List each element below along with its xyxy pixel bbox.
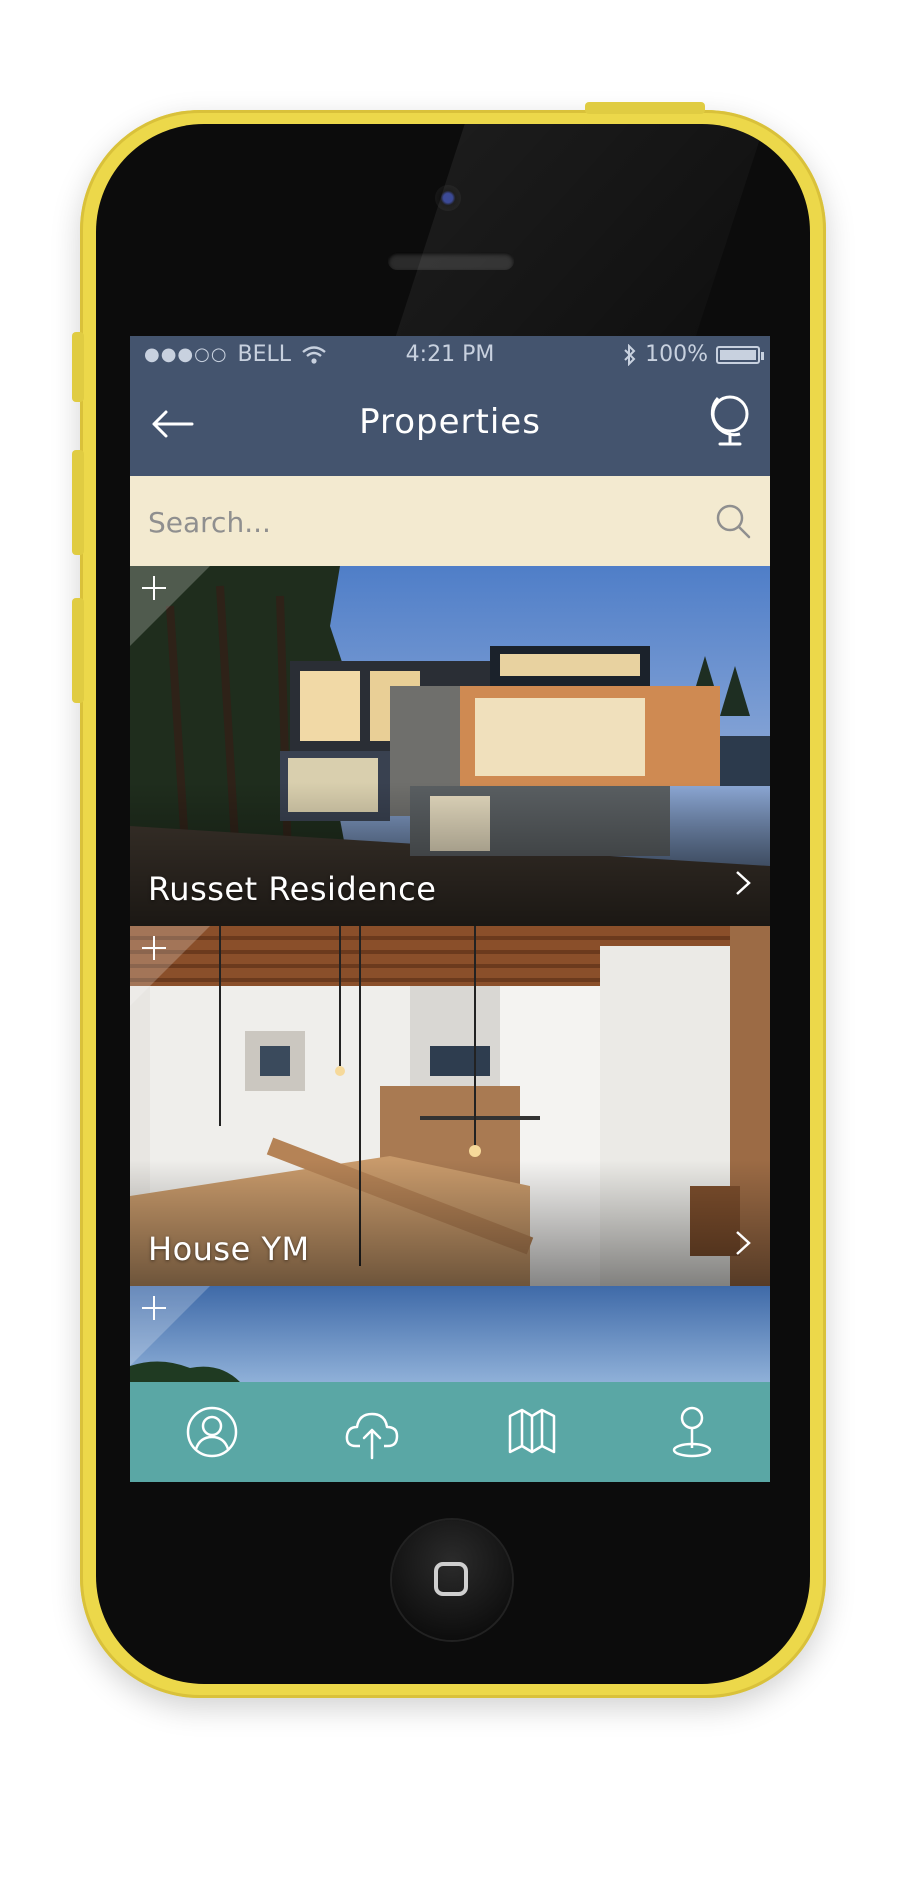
bluetooth-icon — [624, 343, 636, 366]
front-camera — [435, 185, 461, 211]
map-icon — [508, 1408, 556, 1454]
mute-switch — [72, 332, 84, 402]
tab-location[interactable] — [662, 1402, 722, 1462]
chevron-right-icon[interactable] — [732, 868, 754, 898]
status-bar: ●●●○○ BELL 4:21 PM 100% — [130, 336, 770, 372]
volume-up-button — [72, 450, 84, 555]
search-bar — [130, 476, 770, 566]
property-card-house-ym[interactable]: House YM — [130, 926, 770, 1286]
home-button-icon — [434, 1562, 468, 1596]
app-screen: ●●●○○ BELL 4:21 PM 100% Properties Searc… — [130, 336, 770, 1482]
property-name: House YM — [148, 1230, 310, 1268]
chevron-right-icon[interactable] — [732, 1228, 754, 1258]
battery-percent: 100% — [645, 342, 708, 367]
search-input[interactable] — [146, 498, 690, 546]
volume-down-button — [72, 598, 84, 703]
battery-icon — [716, 345, 764, 364]
page-title: Properties — [359, 402, 541, 442]
power-button — [585, 102, 705, 114]
navigation-bar: Properties — [130, 372, 770, 476]
earpiece-speaker — [388, 252, 514, 270]
tab-upload[interactable] — [342, 1402, 402, 1462]
home-button[interactable] — [392, 1520, 512, 1640]
property-card-russet-residence[interactable]: Russet Residence — [130, 566, 770, 926]
property-name: Russet Residence — [148, 870, 437, 908]
bottom-tab-bar — [130, 1382, 770, 1482]
plus-icon[interactable] — [140, 574, 168, 602]
property-photo — [130, 1286, 770, 1382]
tab-profile[interactable] — [182, 1402, 242, 1462]
globe-icon[interactable] — [706, 392, 754, 448]
tab-map[interactable] — [502, 1402, 562, 1462]
plus-icon[interactable] — [140, 1294, 168, 1322]
property-card-partial[interactable] — [130, 1286, 770, 1382]
location-pin-icon — [672, 1406, 712, 1458]
upload-cloud-icon — [345, 1412, 399, 1460]
search-icon[interactable] — [714, 502, 752, 540]
profile-icon — [186, 1406, 238, 1458]
plus-icon[interactable] — [140, 934, 168, 962]
